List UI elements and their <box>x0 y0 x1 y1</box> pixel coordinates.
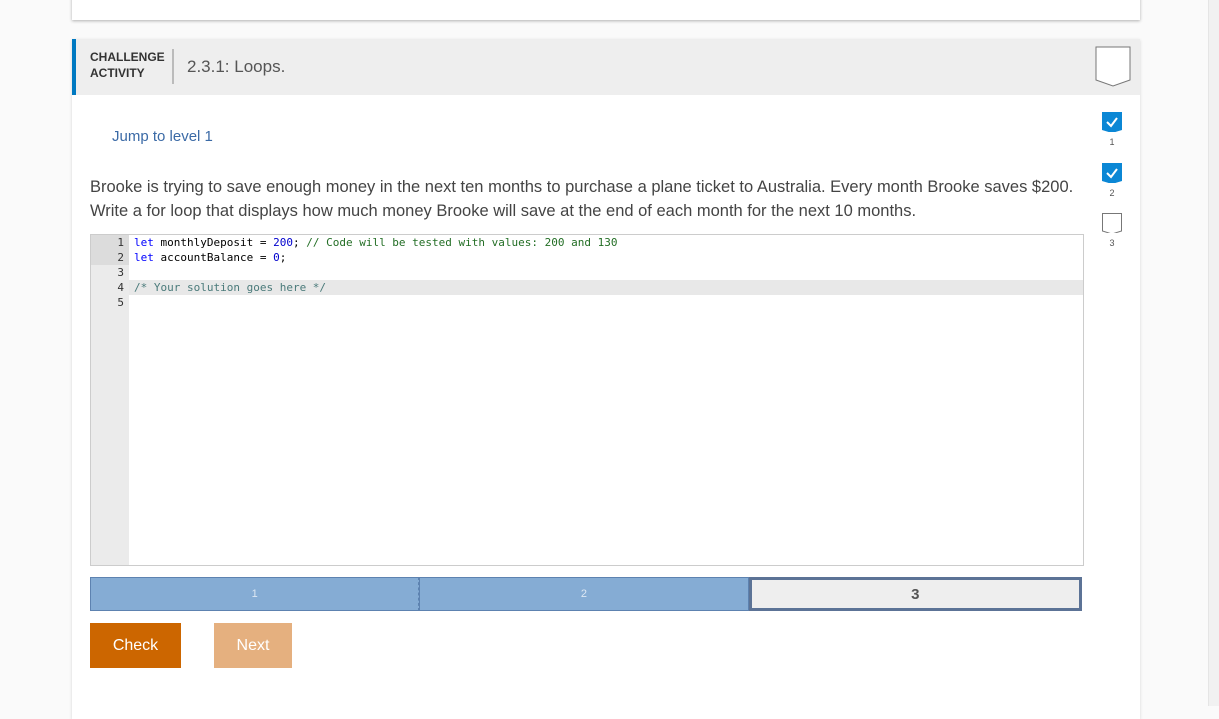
next-button[interactable]: Next <box>214 623 292 668</box>
progress-label: 1 <box>1109 137 1115 147</box>
checkmark-badge-icon <box>1102 163 1122 184</box>
keyword: let <box>134 236 154 249</box>
line-number: 3 <box>117 266 124 279</box>
check-button[interactable]: Check <box>90 623 181 668</box>
number: 0 <box>273 251 280 264</box>
jump-to-level-link[interactable]: Jump to level 1 <box>112 128 213 145</box>
code-line-active[interactable]: /* Your solution goes here */ <box>129 280 1083 295</box>
number: 200 <box>273 236 293 249</box>
keyword: let <box>134 251 154 264</box>
code-line[interactable] <box>129 295 1083 310</box>
progress-label: 2 <box>1109 188 1115 198</box>
activity-header: CHALLENGE ACTIVITY 2.3.1: Loops. <box>72 39 1140 95</box>
code-text: accountBalance = <box>153 251 274 264</box>
line-number: 1 <box>91 235 129 250</box>
label-line2: ACTIVITY <box>90 66 145 80</box>
line-number: 5 <box>117 296 124 309</box>
challenge-activity-card: CHALLENGE ACTIVITY 2.3.1: Loops. Jump to… <box>72 39 1140 719</box>
progress-item-2: 2 <box>1102 163 1122 198</box>
level-3-tab[interactable]: 3 <box>748 577 1082 611</box>
level-bar: 1 2 3 <box>90 577 1082 611</box>
progress-item-3: 3 <box>1102 213 1122 248</box>
code-line[interactable]: let accountBalance = 0; <box>129 250 1083 265</box>
comment: // Code will be tested with values: 200 … <box>306 236 618 249</box>
code-editor[interactable]: 1 2 3 4 5 let monthlyDeposit = 200; // C… <box>90 234 1084 566</box>
code-area[interactable]: let monthlyDeposit = 200; // Code will b… <box>129 235 1083 310</box>
line-number: 2 <box>91 250 129 265</box>
comment: /* Your solution goes here */ <box>134 281 327 294</box>
code-text: monthlyDeposit = <box>153 236 274 249</box>
header-divider <box>172 49 174 84</box>
line-number: 4 <box>117 281 124 294</box>
prompt-text: Brooke is trying to save enough money in… <box>90 178 1074 220</box>
activity-completion-badge-icon <box>1095 46 1131 87</box>
checkmark-badge-icon <box>1102 112 1122 133</box>
progress-item-1: 1 <box>1102 112 1122 147</box>
code-line[interactable]: let monthlyDeposit = 200; // Code will b… <box>129 235 1083 250</box>
level-2-tab[interactable]: 2 <box>419 577 749 611</box>
scrollbar[interactable] <box>1208 0 1219 706</box>
code-line[interactable] <box>129 265 1083 280</box>
progress-label: 3 <box>1109 238 1115 248</box>
activity-title: 2.3.1: Loops. <box>187 57 286 76</box>
line-gutter: 1 2 3 4 5 <box>91 235 129 565</box>
activity-type-label: CHALLENGE ACTIVITY <box>90 49 165 81</box>
level-1-tab[interactable]: 1 <box>90 577 420 611</box>
empty-badge-icon <box>1102 213 1122 235</box>
code-text: ; <box>279 251 287 264</box>
label-line1: CHALLENGE <box>90 50 165 64</box>
previous-card <box>72 0 1140 20</box>
code-text: ; <box>292 236 307 249</box>
